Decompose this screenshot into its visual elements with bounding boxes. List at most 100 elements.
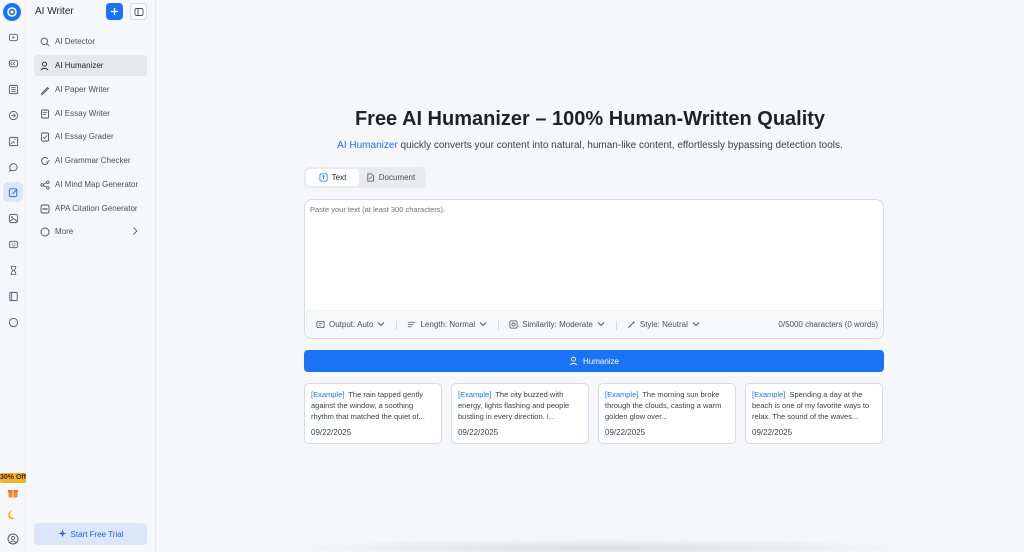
- sidebar-item-ai-paper-writer[interactable]: AI Paper Writer: [34, 79, 147, 100]
- image-icon[interactable]: [3, 208, 23, 228]
- example-date: 09/22/2025: [311, 428, 352, 437]
- chevron-right-icon: [131, 226, 139, 238]
- sidebar-item-ai-humanizer[interactable]: AI Humanizer: [34, 55, 147, 76]
- subtitle-text: quickly converts your content into natur…: [397, 140, 843, 151]
- page-title: Free AI Humanizer – 100% Human-Written Q…: [354, 108, 826, 130]
- sidebar-item-ai-mind-map-generator[interactable]: AI Mind Map Generator: [34, 174, 147, 195]
- length-dropdown[interactable]: Length: Normal: [396, 319, 498, 330]
- tab-text[interactable]: Text: [306, 169, 359, 186]
- grammar-icon: [39, 155, 50, 166]
- chevron-down-icon: [479, 321, 487, 327]
- new-document-button[interactable]: [106, 3, 123, 20]
- sidebar-item-ai-essay-grader[interactable]: AI Essay Grader: [34, 126, 147, 147]
- essay-icon: [39, 108, 50, 119]
- humanize-label: Humanize: [582, 356, 619, 366]
- sidebar-item-ai-detector[interactable]: AI Detector: [34, 31, 147, 52]
- output-dropdown[interactable]: Output: Auto: [306, 320, 396, 329]
- humanizer-icon: [39, 60, 50, 71]
- example-tag: [Example]: [458, 390, 492, 399]
- tab-document[interactable]: Document: [359, 169, 422, 186]
- character-count: 0/5000 characters (0 words): [778, 319, 878, 329]
- start-free-trial-button[interactable]: Start Free Trial: [34, 523, 147, 545]
- example-tag: [Example]: [605, 390, 639, 399]
- detector-icon: [39, 36, 50, 47]
- output-label: Output: Auto: [329, 319, 374, 329]
- similarity-icon: [509, 319, 518, 329]
- magic-wand-icon: [627, 320, 636, 329]
- moon-icon[interactable]: [3, 505, 23, 525]
- sidebar-item-label: AI Grammar Checker: [55, 156, 131, 165]
- hourglass-icon[interactable]: [3, 260, 23, 280]
- sidebar-item-apa-citation-generator[interactable]: APA Citation Generator: [34, 198, 147, 219]
- arrow-in-icon[interactable]: [3, 105, 23, 125]
- style-dropdown[interactable]: Style: Neutral: [615, 319, 711, 330]
- account-icon[interactable]: [3, 529, 23, 549]
- example-tag: [Example]: [311, 390, 345, 399]
- main-content: Free AI Humanizer – 100% Human-Written Q…: [156, 0, 1024, 552]
- sidebar-toggle-icon: [134, 7, 143, 16]
- video-icon[interactable]: [3, 27, 23, 47]
- humanize-button[interactable]: Humanize: [304, 350, 884, 372]
- circle-icon[interactable]: [3, 312, 23, 332]
- pen-icon: [39, 84, 50, 95]
- sidebar-item-label: APA Citation Generator: [55, 204, 138, 213]
- bottom-shadow: [280, 538, 920, 552]
- example-card[interactable]: [Example] The rain tapped gently against…: [304, 383, 442, 444]
- mindmap-icon: [39, 179, 50, 190]
- ai-humanizer-link[interactable]: AI Humanizer: [337, 140, 398, 151]
- document-icon: [366, 173, 375, 182]
- gift-icon[interactable]: [3, 483, 23, 503]
- citation-icon: [39, 203, 50, 214]
- style-label: Style: Neutral: [639, 319, 688, 329]
- page-subtitle: AI Humanizer quickly converts your conte…: [156, 140, 1024, 151]
- example-card[interactable]: [Example] The city buzzed with energy, l…: [451, 383, 589, 444]
- example-date: 09/22/2025: [752, 428, 793, 437]
- chevron-down-icon: [377, 321, 385, 327]
- chat-icon[interactable]: [3, 157, 23, 177]
- bot-icon[interactable]: [3, 234, 23, 254]
- chevron-down-icon: [692, 321, 700, 327]
- more-icon: [39, 226, 50, 237]
- sidebar-item-label: AI Essay Writer: [55, 109, 110, 118]
- length-label: Length: Normal: [420, 319, 476, 329]
- similarity-dropdown[interactable]: Similarity: Moderate: [498, 319, 616, 330]
- captions-icon[interactable]: [3, 53, 23, 73]
- humanizer-icon: [569, 356, 579, 366]
- promo-badge[interactable]: 30% Off: [0, 473, 26, 483]
- sidebar-item-label: AI Detector: [55, 37, 96, 46]
- sidebar-item-more[interactable]: More: [34, 221, 147, 242]
- text-input[interactable]: [310, 205, 878, 305]
- similarity-label: Similarity: Moderate: [522, 319, 593, 329]
- sidebar-item-label: AI Essay Grader: [55, 132, 114, 141]
- sparkle-icon: [57, 528, 67, 540]
- plus-icon: [110, 7, 119, 16]
- sidebar-item-ai-essay-writer[interactable]: AI Essay Writer: [34, 103, 147, 124]
- example-date: 09/22/2025: [458, 428, 499, 437]
- output-icon: [316, 320, 325, 329]
- text-icon: [319, 173, 328, 182]
- sidebar-item-label: AI Paper Writer: [55, 85, 110, 94]
- options-bar: Output: Auto Length: Normal Similarity: …: [306, 310, 882, 337]
- input-mode-tabs: Text Document: [304, 167, 426, 188]
- example-tag: [Example]: [752, 390, 786, 399]
- tab-label: Text: [331, 173, 347, 182]
- sidebar-item-label: More: [55, 227, 74, 236]
- tab-label: Document: [378, 173, 416, 182]
- sidebar-item-label: AI Mind Map Generator: [55, 180, 139, 189]
- image-edit-icon[interactable]: [3, 131, 23, 151]
- toggle-sidebar-button[interactable]: [130, 3, 147, 20]
- chevron-down-icon: [597, 321, 605, 327]
- grader-icon: [39, 131, 50, 142]
- book-icon[interactable]: [3, 286, 23, 306]
- example-card[interactable]: [Example] The morning sun broke through …: [598, 383, 736, 444]
- sidebar-item-label: AI Humanizer: [55, 61, 104, 70]
- text-editor: Output: Auto Length: Normal Similarity: …: [304, 199, 884, 339]
- example-card[interactable]: [Example] Spending a day at the beach is…: [745, 383, 883, 444]
- list-icon[interactable]: [3, 79, 23, 99]
- app-logo-icon[interactable]: [3, 3, 21, 21]
- pen-edit-icon[interactable]: [3, 182, 23, 202]
- sidebar-item-ai-grammar-checker[interactable]: AI Grammar Checker: [34, 150, 147, 171]
- icon-rail: 30% Off: [0, 0, 26, 552]
- app-title: AI Writer: [35, 6, 74, 17]
- length-icon: [407, 320, 416, 329]
